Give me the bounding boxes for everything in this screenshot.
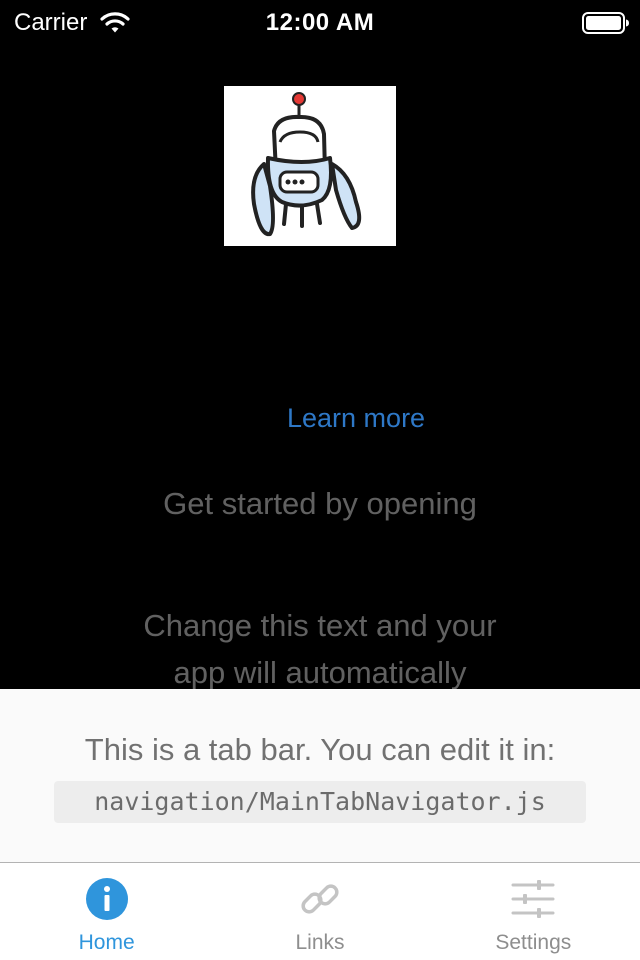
tab-bar-info-text: This is a tab bar. You can edit it in: [84,732,556,767]
tab-home-label: Home [78,931,135,954]
link-icon [301,884,339,914]
tab-settings-label: Settings [495,931,572,954]
get-started-text: Get started by opening [163,486,477,521]
code-path-text: navigation/MainTabNavigator.js [94,787,546,816]
change-text-line-1: Change this text and your [143,608,497,643]
info-icon [85,878,128,920]
settings-sliders-icon [511,880,555,918]
change-text-paragraph: Change this text and your app will autom… [0,602,640,696]
tab-links[interactable]: Links [213,863,426,960]
code-path-box: navigation/MainTabNavigator.js [54,781,586,823]
robot-logo-icon [224,86,396,246]
clock: 12:00 AM [265,9,375,36]
tab-links-label: Links [295,931,345,954]
bottom-tab-navigator: Home Links Settings [0,862,640,960]
battery-icon [582,12,629,34]
learn-more-link[interactable]: Learn more [287,403,425,434]
tab-home[interactable]: Home [0,863,213,960]
tab-bar-info-panel: This is a tab bar. You can edit it in: n… [0,689,640,863]
tab-settings[interactable]: Settings [427,863,640,960]
status-bar: Carrier 12:00 AM [0,0,640,44]
